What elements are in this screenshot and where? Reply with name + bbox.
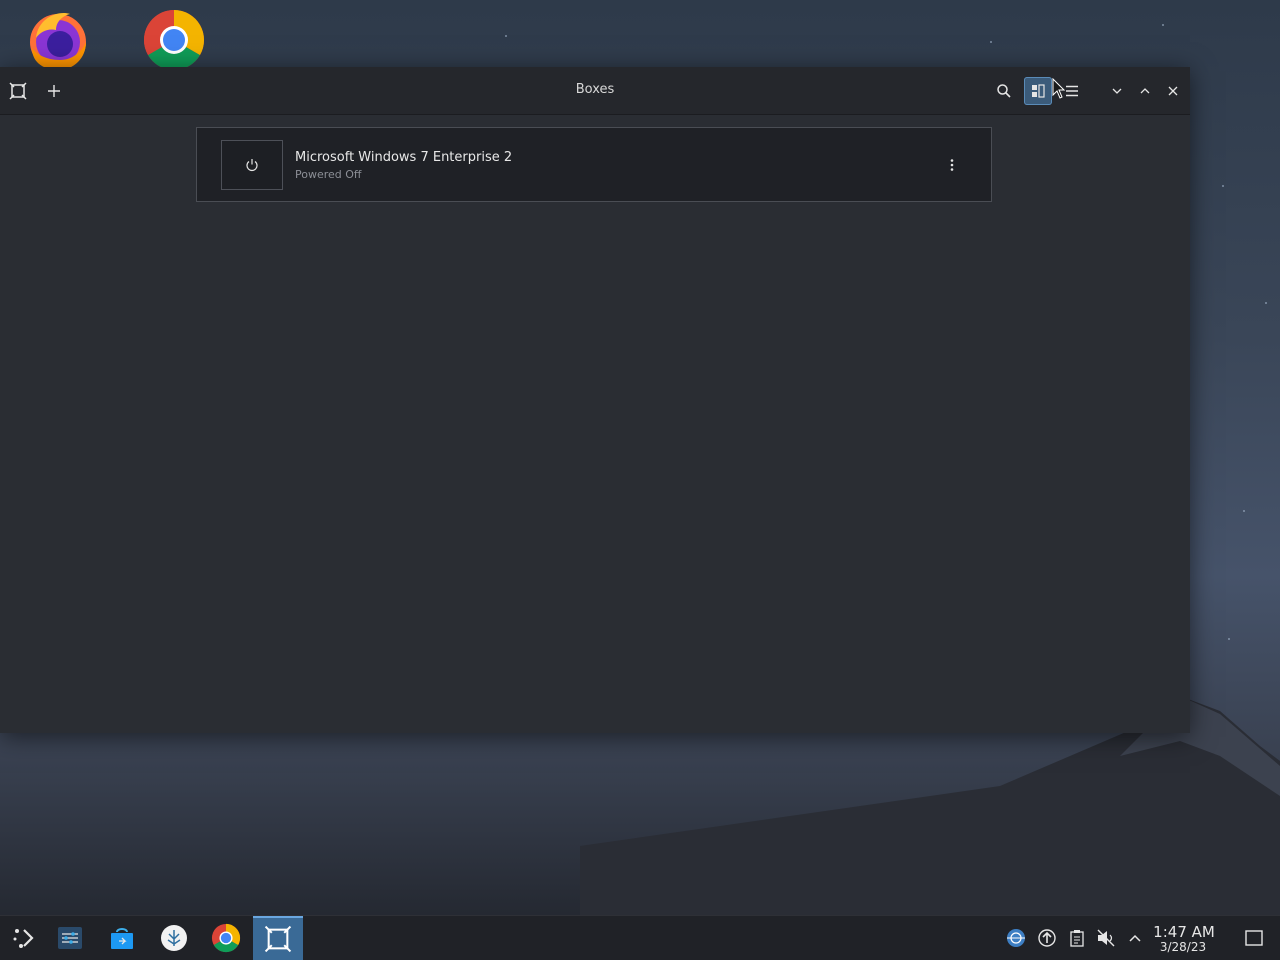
taskbar: 1:47 AM 3/28/23 bbox=[0, 915, 1280, 960]
add-box-button[interactable] bbox=[42, 79, 66, 103]
clock-time[interactable]: 1:47 AM bbox=[1149, 923, 1219, 941]
show-desktop-icon[interactable] bbox=[1244, 928, 1264, 948]
box-list: Microsoft Windows 7 Enterprise 2 Powered… bbox=[0, 115, 1190, 733]
minimize-button[interactable] bbox=[1106, 80, 1128, 102]
header-bar: Boxes bbox=[0, 67, 1190, 115]
power-icon bbox=[246, 159, 258, 172]
close-button[interactable] bbox=[1162, 80, 1184, 102]
firefox-icon[interactable] bbox=[26, 8, 90, 72]
chrome-taskbar-icon[interactable] bbox=[202, 916, 250, 960]
settings-icon[interactable] bbox=[46, 916, 94, 960]
kde-app-icon[interactable] bbox=[150, 916, 198, 960]
mouse-cursor-icon bbox=[1052, 78, 1066, 99]
clipboard-icon[interactable] bbox=[1067, 928, 1087, 948]
app-launcher-icon[interactable] bbox=[0, 916, 48, 960]
volume-muted-icon[interactable] bbox=[1096, 928, 1116, 948]
view-toggle-button[interactable] bbox=[1024, 77, 1052, 105]
maximize-button[interactable] bbox=[1134, 80, 1156, 102]
network-icon[interactable] bbox=[1006, 928, 1026, 948]
list-item[interactable]: Microsoft Windows 7 Enterprise 2 Powered… bbox=[196, 127, 992, 202]
boxes-taskbar-icon[interactable] bbox=[253, 916, 303, 960]
boxes-window: Boxes Microsoft Windows 7 Enterprise 2 P… bbox=[0, 67, 1190, 733]
chrome-icon[interactable] bbox=[142, 8, 206, 72]
box-name: Microsoft Windows 7 Enterprise 2 bbox=[295, 150, 513, 165]
box-thumbnail[interactable] bbox=[221, 140, 283, 190]
clock-date[interactable]: 3/28/23 bbox=[1153, 940, 1213, 954]
kebab-menu-icon[interactable] bbox=[941, 154, 963, 176]
chevron-up-icon[interactable] bbox=[1125, 928, 1145, 948]
update-icon[interactable] bbox=[1037, 928, 1057, 948]
box-status: Powered Off bbox=[295, 168, 362, 181]
discover-store-icon[interactable] bbox=[98, 916, 146, 960]
boxes-app-icon[interactable] bbox=[6, 79, 30, 103]
search-button[interactable] bbox=[990, 77, 1018, 105]
